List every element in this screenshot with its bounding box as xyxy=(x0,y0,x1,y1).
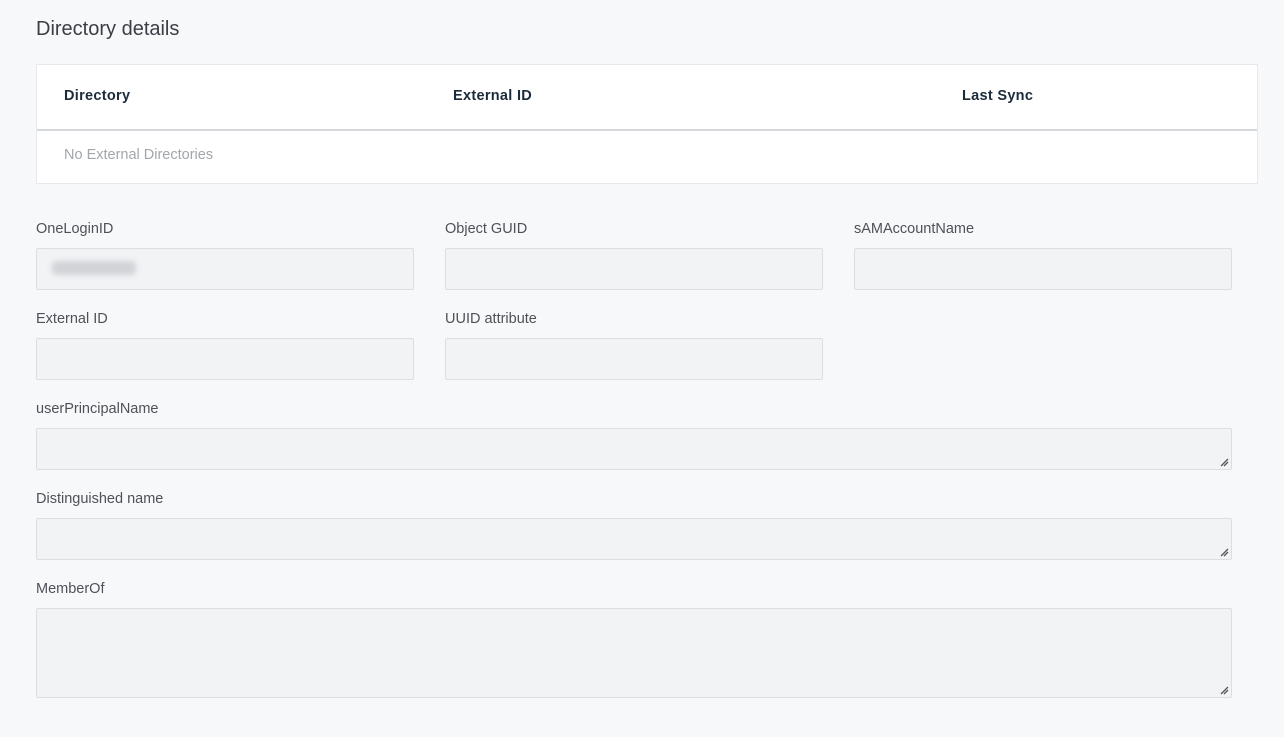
section-title: Directory details xyxy=(36,18,180,40)
resize-handle-icon[interactable] xyxy=(1219,685,1229,695)
directories-table: Directory External ID Last Sync No Exter… xyxy=(36,64,1258,184)
empty-table-message: No External Directories xyxy=(64,147,214,163)
external-id-label: External ID xyxy=(36,311,108,327)
resize-handle-icon[interactable] xyxy=(1219,547,1229,557)
uuid-attribute-label: UUID attribute xyxy=(445,311,537,327)
external-id-field[interactable] xyxy=(36,338,414,380)
user-principal-name-label: userPrincipalName xyxy=(36,401,159,417)
onelogin-id-label: OneLoginID xyxy=(36,221,114,237)
object-guid-field[interactable] xyxy=(445,248,823,290)
user-principal-name-textarea[interactable] xyxy=(36,428,1232,470)
table-header: Directory External ID Last Sync xyxy=(37,65,1257,131)
object-guid-label: Object GUID xyxy=(445,221,528,237)
distinguished-name-textarea[interactable] xyxy=(36,518,1232,560)
column-header-last-sync[interactable]: Last Sync xyxy=(962,88,1033,104)
member-of-label: MemberOf xyxy=(36,581,105,597)
uuid-attribute-field[interactable] xyxy=(445,338,823,380)
member-of-textarea[interactable] xyxy=(36,608,1232,698)
onelogin-id-value-redacted: [redacted] xyxy=(52,261,136,275)
column-header-external-id[interactable]: External ID xyxy=(453,88,532,104)
column-header-directory[interactable]: Directory xyxy=(64,88,130,104)
resize-handle-icon[interactable] xyxy=(1219,457,1229,467)
distinguished-name-label: Distinguished name xyxy=(36,491,164,507)
onelogin-id-field[interactable]: [redacted] xyxy=(36,248,414,290)
samaccountname-field[interactable] xyxy=(854,248,1232,290)
samaccountname-label: sAMAccountName xyxy=(854,221,975,237)
